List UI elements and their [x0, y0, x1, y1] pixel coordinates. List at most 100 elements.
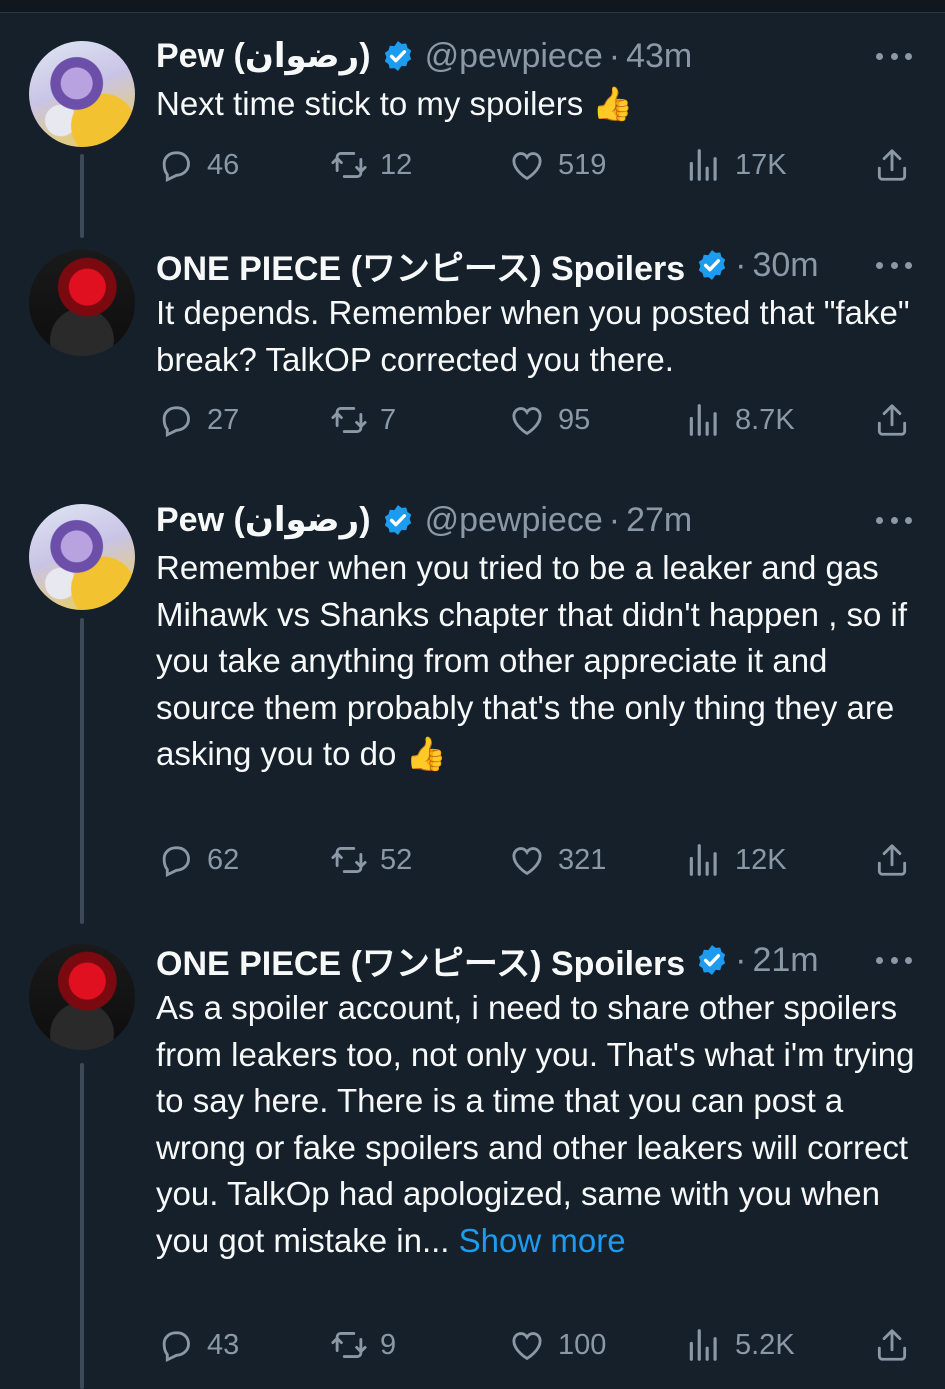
reply-count: 43: [207, 1328, 240, 1361]
retweet-button[interactable]: 12: [330, 146, 412, 184]
timestamp[interactable]: 21m: [752, 941, 818, 980]
like-icon: [512, 152, 542, 181]
retweet-button[interactable]: 52: [330, 841, 412, 879]
like-icon: [512, 1332, 542, 1361]
views-icon: [689, 1329, 717, 1361]
separator: ·: [735, 245, 747, 284]
more-icon[interactable]: [876, 955, 912, 965]
share-button[interactable]: [873, 841, 911, 884]
tweet-actions: 43 9 100 5.2K: [0, 1326, 945, 1370]
like-count: 95: [558, 403, 591, 436]
views-icon: [689, 149, 717, 181]
handle[interactable]: @pewpiece: [425, 37, 603, 76]
verified-badge-icon: [381, 39, 415, 73]
timestamp[interactable]: 43m: [626, 37, 692, 76]
reply-icon: [162, 151, 190, 182]
like-button[interactable]: 321: [508, 841, 606, 879]
share-button[interactable]: [873, 146, 911, 189]
show-more-link[interactable]: Show more: [459, 1222, 626, 1259]
verified-badge-icon: [695, 943, 729, 977]
display-name[interactable]: ONE PIECE (ワンピース) Spoilers: [156, 241, 685, 290]
top-divider: [0, 0, 945, 13]
tweet-actions: 62 52 321 12K: [0, 841, 945, 885]
share-icon: [877, 844, 907, 876]
like-icon: [512, 847, 542, 876]
tweet-text-content: Next time stick to my spoilers 👍: [156, 85, 634, 122]
reply-button[interactable]: 43: [157, 1326, 239, 1364]
views-count: 5.2K: [735, 1328, 795, 1361]
reply-count: 27: [207, 403, 240, 436]
timestamp[interactable]: 27m: [626, 501, 692, 540]
retweet-icon: [331, 1332, 367, 1358]
more-icon[interactable]: [876, 515, 912, 525]
avatar[interactable]: [29, 944, 135, 1050]
tweet-text-content: It depends. Remember when you posted tha…: [156, 294, 910, 378]
tweet-header: Pew (رضوان) @pewpiece · 43m: [156, 34, 692, 78]
tweet-header: ONE PIECE (ワンピース) Spoilers · 21m: [156, 936, 819, 985]
handle[interactable]: @pewpiece: [425, 501, 603, 540]
views-count: 12K: [735, 843, 787, 876]
more-icon[interactable]: [876, 51, 912, 61]
tweet-header: Pew (رضوان) @pewpiece · 27m: [156, 498, 692, 542]
separator: ·: [608, 36, 621, 75]
reply-button[interactable]: 62: [157, 841, 239, 879]
tweet-text-content: Remember when you tried to be a leaker a…: [156, 549, 908, 772]
retweet-button[interactable]: 7: [330, 401, 396, 439]
retweet-icon: [331, 407, 367, 433]
like-count: 519: [558, 148, 607, 181]
reply-button[interactable]: 46: [157, 146, 239, 184]
tweet-header: ONE PIECE (ワンピース) Spoilers · 30m: [156, 241, 819, 290]
views-icon: [689, 404, 717, 436]
retweet-count: 9: [380, 1328, 397, 1361]
share-icon: [877, 149, 907, 181]
share-button[interactable]: [873, 401, 911, 444]
retweet-count: 52: [380, 843, 413, 876]
tweet-actions: 46 12 519 17K: [0, 146, 945, 190]
separator: ·: [608, 500, 621, 539]
reply-icon: [162, 406, 190, 437]
reply-icon: [162, 846, 190, 877]
verified-badge-icon: [381, 503, 415, 537]
like-button[interactable]: 100: [508, 1326, 606, 1364]
tweet-actions: 27 7 95 8.7K: [0, 401, 945, 445]
retweet-icon: [331, 847, 367, 873]
reply-icon: [162, 1331, 190, 1362]
tweet-text: Next time stick to my spoilers 👍: [156, 81, 916, 128]
tweet-text: It depends. Remember when you posted tha…: [156, 290, 916, 383]
reply-count: 46: [207, 148, 240, 181]
views-count: 17K: [735, 148, 787, 181]
avatar[interactable]: [29, 250, 135, 356]
display-name[interactable]: Pew (رضوان): [156, 36, 371, 76]
avatar[interactable]: [29, 41, 135, 147]
views-count: 8.7K: [735, 403, 795, 436]
retweet-count: 7: [380, 403, 397, 436]
like-button[interactable]: 95: [508, 401, 590, 439]
retweet-icon: [331, 152, 367, 178]
views-button[interactable]: 8.7K: [685, 401, 795, 439]
like-count: 100: [558, 1328, 607, 1361]
share-button[interactable]: [873, 1326, 911, 1369]
share-icon: [877, 404, 907, 436]
tweet-text-content: As a spoiler account, i need to share ot…: [156, 989, 915, 1259]
views-button[interactable]: 17K: [685, 146, 787, 184]
more-icon[interactable]: [876, 260, 912, 270]
reply-count: 62: [207, 843, 240, 876]
like-count: 321: [558, 843, 607, 876]
like-button[interactable]: 519: [508, 146, 606, 184]
views-button[interactable]: 12K: [685, 841, 787, 879]
display-name[interactable]: ONE PIECE (ワンピース) Spoilers: [156, 936, 685, 985]
views-button[interactable]: 5.2K: [685, 1326, 795, 1364]
timestamp[interactable]: 30m: [752, 246, 818, 285]
retweet-button[interactable]: 9: [330, 1326, 396, 1364]
avatar[interactable]: [29, 504, 135, 610]
display-name[interactable]: Pew (رضوان): [156, 500, 371, 540]
tweet-text: Remember when you tried to be a leaker a…: [156, 545, 916, 778]
views-icon: [689, 844, 717, 876]
reply-button[interactable]: 27: [157, 401, 239, 439]
separator: ·: [735, 940, 747, 979]
verified-badge-icon: [695, 248, 729, 282]
tweet-text: As a spoiler account, i need to share ot…: [156, 985, 916, 1264]
retweet-count: 12: [380, 148, 413, 181]
share-icon: [877, 1329, 907, 1361]
like-icon: [512, 407, 542, 436]
